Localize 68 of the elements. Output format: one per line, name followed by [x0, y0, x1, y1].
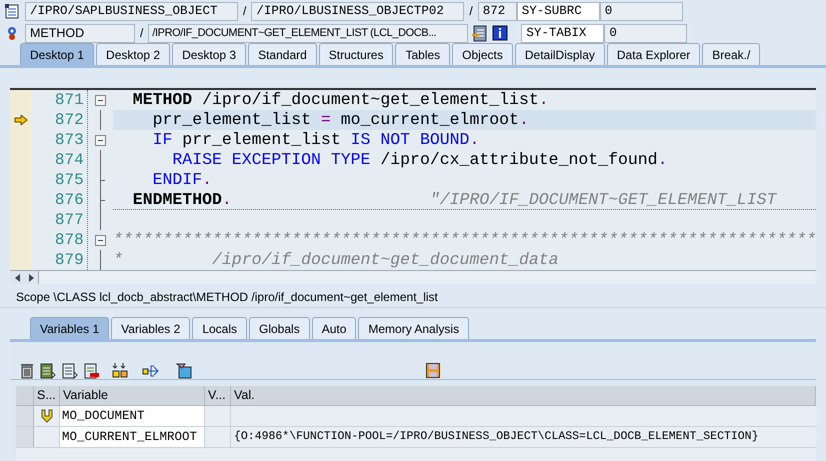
collapse-icon[interactable]	[94, 234, 106, 246]
line-number: 875	[54, 170, 85, 190]
line-number: 878	[54, 230, 85, 250]
system-field: SY-SUBRC	[516, 2, 600, 20]
window-icon[interactable]	[176, 362, 192, 378]
tab[interactable]: Break./	[702, 43, 760, 65]
document-remove-icon[interactable]	[84, 362, 100, 378]
share-icon[interactable]	[142, 362, 160, 378]
tab[interactable]: Locals	[192, 317, 247, 339]
save-icon[interactable]	[426, 363, 440, 378]
document-icon[interactable]	[62, 362, 78, 378]
system-value: 0	[604, 24, 688, 42]
sort-icon[interactable]	[112, 362, 130, 378]
line-number: 873	[54, 130, 85, 150]
program-icon	[4, 3, 20, 19]
variable-name[interactable]: MO_DOCUMENT	[60, 406, 205, 426]
event-field: /IPRO/IF_DOCUMENT~GET_ELEMENT_LIST (LCL_DOCB...	[148, 24, 468, 42]
path-separator: /	[139, 25, 144, 42]
tab[interactable]: Memory Analysis	[358, 317, 470, 339]
list-icon[interactable]	[471, 24, 488, 42]
scope-text: Scope \CLASS lcl_docb_abstract\METHOD /ipro/if_document~get_element_list	[16, 288, 438, 306]
line-number: 874	[54, 150, 85, 170]
tab[interactable]: Desktop 3	[172, 43, 246, 65]
column-header[interactable]: S...	[34, 386, 60, 405]
document-icon[interactable]	[40, 362, 56, 378]
tab[interactable]: Standard	[248, 43, 317, 65]
code-line: ENDMETHOD. "/IPRO/IF_DOCUMENT~GET_ELEMENT_LIST	[112, 190, 816, 210]
tab[interactable]: Tables	[395, 43, 450, 65]
code-line: METHOD /ipro/if_document~get_element_list.	[132, 90, 550, 110]
column-header[interactable]: Val.	[231, 386, 816, 405]
variable-value: {O:4986*\FUNCTION-POOL=/IPRO/BUSINESS_OBJECT\CLASS=LCL_DOCB_ELEMENT_SECTION}	[233, 429, 760, 446]
code-line: ***********************************************************************	[112, 230, 816, 250]
tab[interactable]: DetailDisplay	[514, 43, 605, 65]
tab[interactable]: Variables 2	[111, 317, 190, 339]
program-field: /IPRO/SAPLBUSINESS_OBJECT	[25, 2, 238, 20]
right-arrow-icon	[28, 274, 34, 282]
tab[interactable]: Desktop 1	[20, 43, 94, 65]
line-number: 879	[54, 250, 85, 270]
trash-icon[interactable]	[20, 362, 34, 378]
column-header[interactable]: V...	[205, 386, 231, 405]
collapse-icon[interactable]	[94, 134, 106, 146]
variable-name[interactable]: MO_CURRENT_ELMROOT	[60, 427, 205, 447]
code-line: RAISE EXCEPTION TYPE /ipro/cx_attribute_not_found.	[171, 150, 668, 170]
tab[interactable]: Globals	[249, 317, 310, 339]
info-icon[interactable]	[492, 25, 508, 41]
system-value: 0	[600, 2, 683, 20]
line-number: 876	[54, 190, 85, 210]
tab[interactable]: Structures	[318, 43, 394, 65]
code-line: * /ipro/if_document~get_document_data	[112, 250, 560, 270]
code-line: IF prr_element_list IS NOT BOUND.	[152, 130, 480, 150]
code-line: ENDIF.	[152, 170, 214, 190]
tab[interactable]: Data Explorer	[606, 43, 700, 65]
left-arrow-icon	[14, 274, 20, 282]
line-number: 877	[54, 210, 85, 230]
collapse-icon[interactable]	[94, 94, 106, 106]
line-field: 872	[478, 2, 517, 20]
path-separator: /	[242, 3, 248, 20]
tab[interactable]: Variables 1	[30, 317, 110, 339]
tab[interactable]: Objects	[452, 43, 513, 65]
event-type-field: METHOD	[25, 24, 135, 42]
include-field: /IPRO/LBUSINESS_OBJECTP02	[251, 2, 464, 20]
line-number: 872	[54, 110, 85, 130]
column-header[interactable]: Variable	[60, 386, 205, 405]
tab[interactable]: Auto	[312, 317, 356, 339]
tab[interactable]: Desktop 2	[96, 43, 170, 65]
system-field: SY-TABIX	[521, 24, 604, 42]
line-number: 871	[54, 90, 85, 110]
path-separator: /	[468, 3, 474, 20]
